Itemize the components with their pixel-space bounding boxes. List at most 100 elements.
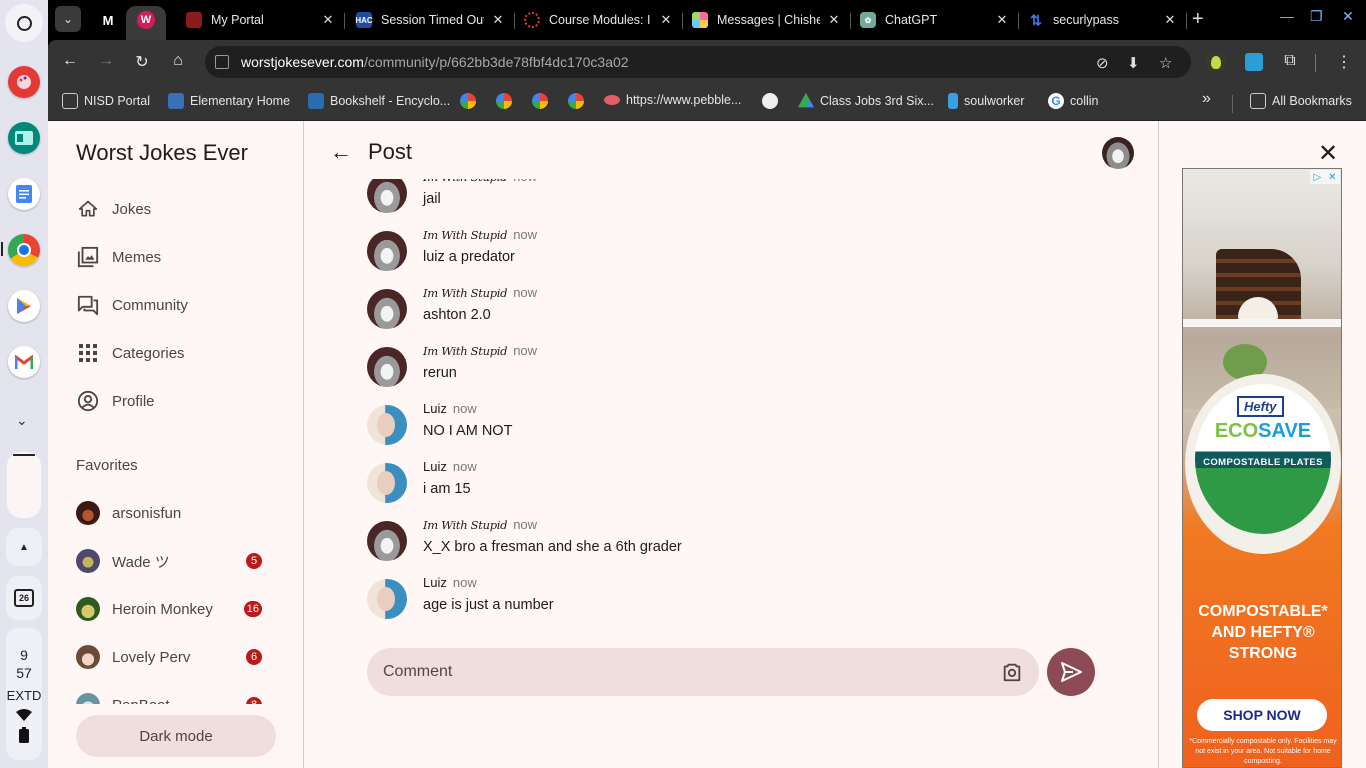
tab-session-timed-out[interactable]: HAC Session Timed Out ✕ (355, 6, 515, 34)
home-button[interactable]: ⌂ (168, 52, 188, 70)
comment-author[interactable]: Luiz (423, 459, 447, 474)
tab-search-button[interactable]: ⌄ (55, 6, 81, 32)
close-tab-icon[interactable]: ✕ (490, 12, 506, 28)
tab-securlypass[interactable]: ⇅ securlypass ✕ (1028, 6, 1187, 34)
nav-categories[interactable]: Categories (76, 337, 185, 369)
advertisement-banner[interactable]: Hefty ECOSAVE COMPOSTABLE PLATES COMPOST… (1182, 168, 1342, 768)
comment-author[interactable]: Im With Stupid (423, 228, 508, 242)
avatar[interactable] (367, 179, 407, 213)
comment-list[interactable]: Im With Stupid now jail Im With Stupid now lu… (304, 179, 1159, 631)
comment-input[interactable] (383, 660, 983, 684)
ad-shop-now-button[interactable]: SHOP NOW (1197, 699, 1327, 731)
favorite-item[interactable]: PopBoot 8 (76, 690, 276, 704)
status-tray[interactable]: 9 57 EXTD (6, 628, 42, 760)
tracking-protection-icon[interactable]: ⊘ (1096, 54, 1109, 72)
tab-course-modules[interactable]: Course Modules: I ✕ (524, 6, 683, 34)
comment-item[interactable]: Luiz now i am 15 (367, 459, 1067, 509)
close-tab-icon[interactable]: ✕ (1162, 12, 1178, 28)
bookmark-photos-1[interactable] (460, 93, 482, 109)
play-store-app-icon[interactable] (8, 290, 40, 322)
extension-cloud-icon[interactable] (1245, 53, 1263, 71)
comment-item[interactable]: Im With Stupid now luiz a predator (367, 227, 1067, 277)
camera-icon[interactable] (1001, 661, 1023, 683)
tote-button[interactable]: ▲ (6, 528, 42, 566)
adchoices-icon[interactable]: ▷ ✕ (1310, 170, 1340, 184)
all-bookmarks-button[interactable]: All Bookmarks (1250, 93, 1352, 109)
calendar-button[interactable]: 26 (6, 576, 42, 620)
more-bookmarks-button[interactable]: » (1202, 90, 1211, 108)
chrome-app-icon[interactable] (8, 234, 40, 266)
avatar[interactable] (367, 579, 407, 619)
back-button[interactable]: ← (60, 52, 80, 70)
forward-button[interactable]: → (96, 52, 116, 70)
close-window-button[interactable]: ✕ (1342, 8, 1354, 25)
avatar[interactable] (367, 463, 407, 503)
bookmark-star-icon[interactable]: ☆ (1159, 54, 1172, 72)
gmail-app-icon[interactable] (8, 346, 40, 378)
bookmark-collin[interactable]: Gcollin (1048, 93, 1099, 109)
extension-pear-icon[interactable] (1207, 53, 1225, 71)
favorite-item[interactable]: Wade ツ 5 (76, 546, 276, 576)
comment-author[interactable]: Im With Stupid (423, 518, 508, 532)
pinned-tab-m[interactable]: M (96, 8, 120, 32)
bookmark-pebble[interactable]: https://www.pebble... (604, 93, 741, 107)
tab-messages[interactable]: Messages | Chishe ✕ (692, 6, 851, 34)
extensions-puzzle-icon[interactable]: ⧉ (1280, 52, 1300, 70)
comment-author[interactable]: Luiz (423, 575, 447, 590)
avatar[interactable] (367, 289, 407, 329)
window-thumbnail[interactable] (7, 452, 41, 518)
avatar[interactable] (367, 405, 407, 445)
canvas-paint-app-icon[interactable] (8, 66, 40, 98)
reload-button[interactable]: ↻ (132, 52, 152, 72)
comment-item[interactable]: Im With Stupid now X_X bro a fresman and s… (367, 517, 1067, 567)
favorite-item[interactable]: Lovely Perv 6 (76, 642, 276, 672)
bookmark-nisd-portal[interactable]: NISD Portal (62, 93, 150, 109)
user-avatar[interactable] (1102, 137, 1134, 169)
close-tab-icon[interactable]: ✕ (658, 12, 674, 28)
avatar[interactable] (367, 347, 407, 387)
comment-item[interactable]: Im With Stupid now jail (367, 179, 1067, 219)
bookmark-class-jobs[interactable]: Class Jobs 3rd Six... (798, 93, 934, 109)
comment-item[interactable]: Luiz now age is just a number (367, 575, 1067, 625)
close-tab-icon[interactable]: ✕ (826, 12, 842, 28)
nav-community[interactable]: Community (76, 289, 188, 321)
launcher-button[interactable] (5, 4, 43, 42)
bookmark-soulworker[interactable]: soulworker (948, 93, 1024, 109)
avatar[interactable] (367, 231, 407, 271)
address-bar[interactable]: worstjokesever.com/community/p/662bb3de7… (205, 46, 1191, 78)
close-tab-icon[interactable]: ✕ (994, 12, 1010, 28)
comment-author[interactable]: Luiz (423, 401, 447, 416)
classroom-app-icon[interactable] (8, 122, 40, 154)
url-text[interactable]: worstjokesever.com/community/p/662bb3de7… (241, 54, 629, 70)
favorite-item[interactable]: arsonisfun (76, 498, 276, 528)
bookmark-globe[interactable] (762, 93, 784, 109)
site-info-icon[interactable] (215, 55, 229, 69)
dark-mode-button[interactable]: Dark mode (76, 715, 276, 757)
tab-chatgpt[interactable]: ✿ ChatGPT ✕ (860, 6, 1019, 34)
bookmark-photos-4[interactable] (568, 93, 590, 109)
bookmark-photos-2[interactable] (496, 93, 518, 109)
restore-window-button[interactable]: ❐ (1310, 8, 1323, 25)
bookmark-elementary-home[interactable]: Elementary Home (168, 93, 290, 109)
tab-my-portal[interactable]: My Portal ✕ (186, 6, 345, 34)
new-tab-button[interactable]: + (1192, 8, 1204, 30)
docs-app-icon[interactable] (8, 178, 40, 210)
nav-jokes[interactable]: Jokes (76, 193, 151, 225)
bookmark-photos-3[interactable] (532, 93, 554, 109)
back-arrow-icon[interactable]: ← (330, 139, 352, 165)
comment-item[interactable]: Luiz now NO I AM NOT (367, 401, 1067, 451)
comment-author[interactable]: Im With Stupid (423, 344, 508, 358)
comment-author[interactable]: Im With Stupid (423, 286, 508, 300)
browser-menu-icon[interactable]: ⋮ (1334, 52, 1354, 72)
close-panel-icon[interactable]: ✕ (1318, 139, 1338, 168)
nav-profile[interactable]: Profile (76, 385, 155, 417)
install-app-icon[interactable]: ⬇ (1127, 54, 1140, 72)
site-title[interactable]: Worst Jokes Ever (76, 140, 248, 166)
bookmark-bookshelf[interactable]: Bookshelf - Encyclo... (308, 93, 450, 109)
minimize-window-button[interactable]: — (1280, 8, 1294, 24)
pinned-tab-worstjokes[interactable]: W (134, 8, 158, 32)
favorites-list[interactable]: arsonisfun Wade ツ 5 Heroin Monkey 16 Lov… (48, 489, 304, 704)
avatar[interactable] (367, 521, 407, 561)
comment-author[interactable]: Im With Stupid (423, 179, 508, 184)
shelf-overflow-chevron-icon[interactable]: ⌄ (16, 412, 28, 429)
